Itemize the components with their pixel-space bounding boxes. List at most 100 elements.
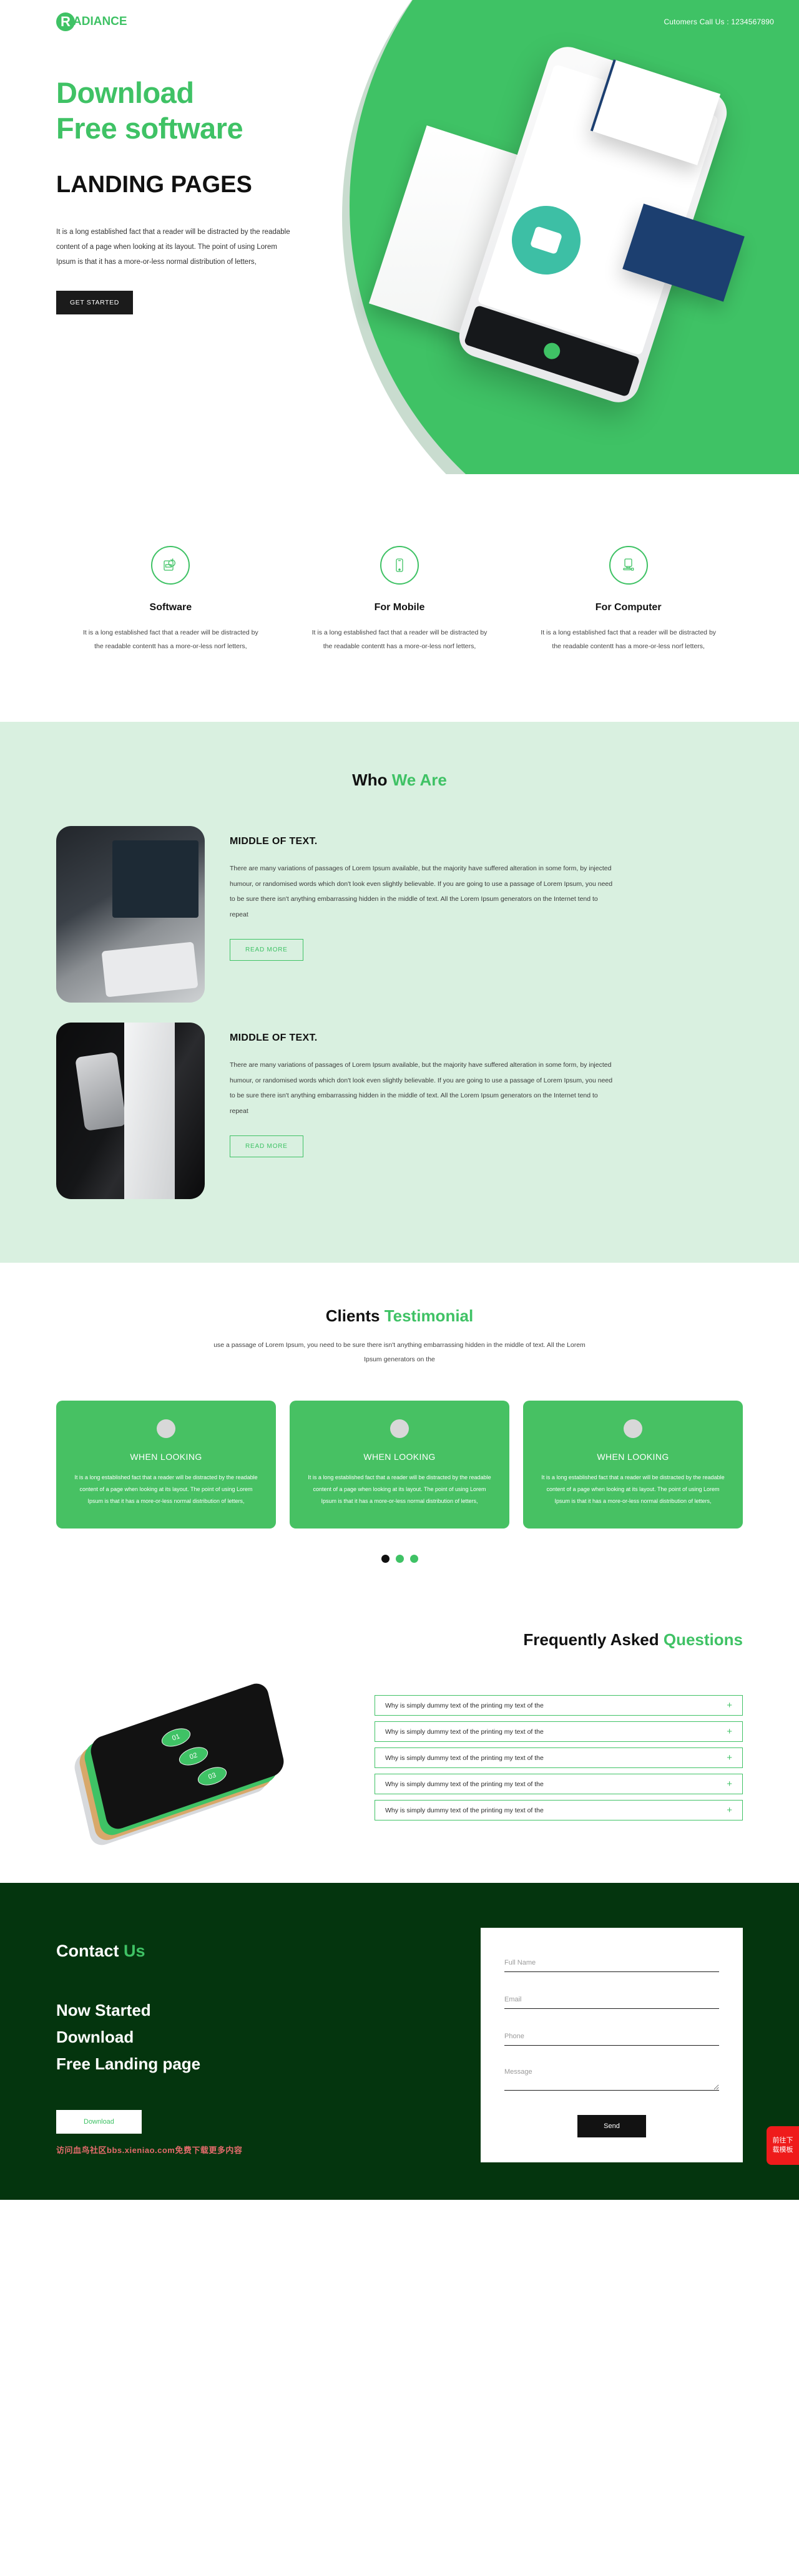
feature-card-software: Software It is a long established fact t… [56, 546, 285, 653]
hero-paragraph: It is a long established fact that a rea… [56, 228, 290, 266]
plus-icon[interactable]: + [727, 1727, 732, 1736]
testimonial-title-accent: Testimonial [384, 1306, 474, 1326]
fullname-input[interactable] [504, 1957, 719, 1972]
hero-phone-camera-icon [541, 341, 562, 361]
contact-title: Contact Us [56, 1942, 381, 1961]
who-we-are-title: Who We Are [0, 770, 799, 790]
faq-item[interactable]: Why is simply dummy text of the printing… [375, 1721, 743, 1742]
phone-field [504, 2030, 719, 2046]
plus-icon[interactable]: + [727, 1806, 732, 1815]
testimonial-name: WHEN LOOKING [363, 1452, 436, 1462]
who-body-1: MIDDLE OF TEXT. There are many variation… [230, 826, 617, 961]
who-heading-1: MIDDLE OF TEXT. [230, 836, 318, 847]
faq-question: Why is simply dummy text of the printing… [385, 1701, 544, 1709]
faq-item[interactable]: Why is simply dummy text of the printing… [375, 1695, 743, 1716]
fullname-field [504, 1956, 719, 1972]
who-block-2: MIDDLE OF TEXT. There are many variation… [0, 1023, 799, 1200]
contact-left-column: Contact Us Now Started Download Free Lan… [56, 1928, 381, 2156]
software-sync-icon [162, 557, 179, 573]
testimonial-text: It is a long established fact that a rea… [308, 1474, 491, 1505]
testimonial-text: It is a long established fact that a rea… [74, 1474, 258, 1505]
hero-subheading: LANDING PAGES [56, 171, 252, 198]
features-section: Software It is a long established fact t… [0, 474, 799, 722]
message-textarea[interactable] [504, 2066, 719, 2091]
testimonial-cards: WHEN LOOKING It is a long established fa… [0, 1401, 799, 1529]
contact-headline-line3: Free Landing page [56, 2054, 201, 2073]
testimonial-card: WHEN LOOKING It is a long established fa… [523, 1401, 743, 1529]
faq-question: Why is simply dummy text of the printing… [385, 1728, 544, 1736]
faq-item[interactable]: Why is simply dummy text of the printing… [375, 1747, 743, 1769]
download-button[interactable]: Download [56, 2109, 142, 2134]
contact-section: Contact Us Now Started Download Free Lan… [0, 1882, 799, 2200]
faq-title: Frequently Asked Questions [0, 1630, 799, 1650]
email-input[interactable] [504, 1994, 719, 2009]
watermark-text: 访问血鸟社区bbs.xieniao.com免费下载更多内容 [56, 2145, 243, 2155]
who-body-2: MIDDLE OF TEXT. There are many variation… [230, 1023, 617, 1157]
logo-text: ADIANCE [73, 15, 127, 28]
testimonial-subtitle: use a passage of Lorem Ipsum, you need t… [213, 1341, 586, 1364]
faq-question: Why is simply dummy text of the printing… [385, 1806, 544, 1814]
contact-headline-line2: Download [56, 2027, 134, 2046]
carousel-dot-1[interactable] [381, 1554, 390, 1563]
faq-item[interactable]: Why is simply dummy text of the printing… [375, 1774, 743, 1795]
faq-title-accent: Questions [663, 1630, 743, 1649]
contact-form: Send [481, 1927, 743, 2162]
contact-title-accent: Us [124, 1941, 145, 1960]
faq-question: Why is simply dummy text of the printing… [385, 1754, 544, 1762]
mobile-phone-icon [391, 557, 408, 573]
faq-accordion: Why is simply dummy text of the printing… [337, 1695, 743, 1821]
testimonial-text: It is a long established fact that a rea… [541, 1474, 725, 1505]
phone-layer-stack: 01 02 03 [56, 1677, 318, 1849]
faq-phone-illustration: 01 02 03 [56, 1677, 318, 1849]
who-paragraph-2: There are many variations of passages of… [230, 1061, 613, 1115]
feature-card-mobile: For Mobile It is a long established fact… [285, 546, 514, 653]
testimonial-card: WHEN LOOKING It is a long established fa… [56, 1401, 276, 1529]
avatar [157, 1419, 175, 1439]
feature-text: It is a long established fact that a rea… [311, 629, 488, 651]
feature-title: For Mobile [374, 602, 425, 613]
feature-title: For Computer [595, 602, 662, 613]
who-paragraph-1: There are many variations of passages of… [230, 865, 613, 919]
testimonial-title: Clients Testimonial [0, 1306, 799, 1326]
faq-item[interactable]: Why is simply dummy text of the printing… [375, 1800, 743, 1821]
hero-copy: Download Free software LANDING PAGES It … [56, 75, 350, 315]
avatar [390, 1419, 409, 1439]
plus-icon[interactable]: + [727, 1779, 732, 1789]
hero-illustration [368, 37, 780, 408]
feature-icon-ring [151, 546, 190, 585]
carousel-dot-2[interactable] [395, 1554, 404, 1563]
read-more-button-1[interactable]: READ MORE [230, 938, 303, 961]
read-more-button-2[interactable]: READ MORE [230, 1135, 303, 1157]
top-bar: R ADIANCE Cutomers Call Us : 1234567890 [0, 0, 799, 44]
feature-text: It is a long established fact that a rea… [541, 629, 717, 651]
contact-headline-line1: Now Started [56, 2000, 151, 2019]
testimonial-card: WHEN LOOKING It is a long established fa… [290, 1401, 509, 1529]
hero-heading-line1: Download [56, 76, 194, 109]
plus-icon[interactable]: + [727, 1753, 732, 1762]
who-heading-2: MIDDLE OF TEXT. [230, 1033, 318, 1044]
plus-icon[interactable]: + [727, 1701, 732, 1710]
testimonial-name: WHEN LOOKING [130, 1452, 202, 1462]
feature-icon-ring [380, 546, 419, 585]
carousel-dot-3[interactable] [409, 1554, 418, 1563]
phone-input[interactable] [504, 2031, 719, 2046]
who-block-1: MIDDLE OF TEXT. There are many variation… [0, 826, 799, 1003]
download-template-floating-button[interactable]: 前往下载模板 [767, 2126, 799, 2165]
send-button[interactable]: Send [577, 2114, 646, 2137]
testimonial-title-plain: Clients [325, 1306, 385, 1326]
hero-section: R ADIANCE Cutomers Call Us : 1234567890 … [0, 0, 799, 474]
faq-row: 01 02 03 Why is simply dummy text of the… [0, 1677, 799, 1849]
who-image-1 [56, 826, 205, 1003]
who-title-accent: We Are [391, 770, 447, 790]
faq-section: Frequently Asked Questions 01 02 03 Why … [0, 1600, 799, 1883]
get-started-button[interactable]: GET STARTED [56, 291, 133, 315]
contact-title-plain: Contact [56, 1941, 124, 1960]
avatar [624, 1419, 642, 1439]
hero-heading: Download Free software [56, 75, 350, 147]
message-field [504, 2066, 719, 2094]
logo[interactable]: R ADIANCE [56, 12, 127, 31]
who-title-plain: Who [352, 770, 392, 790]
who-image-2 [56, 1023, 205, 1200]
customer-phone-label: Cutomers Call Us : 1234567890 [664, 17, 774, 26]
testimonial-section: Clients Testimonial use a passage of Lor… [0, 1263, 799, 1600]
